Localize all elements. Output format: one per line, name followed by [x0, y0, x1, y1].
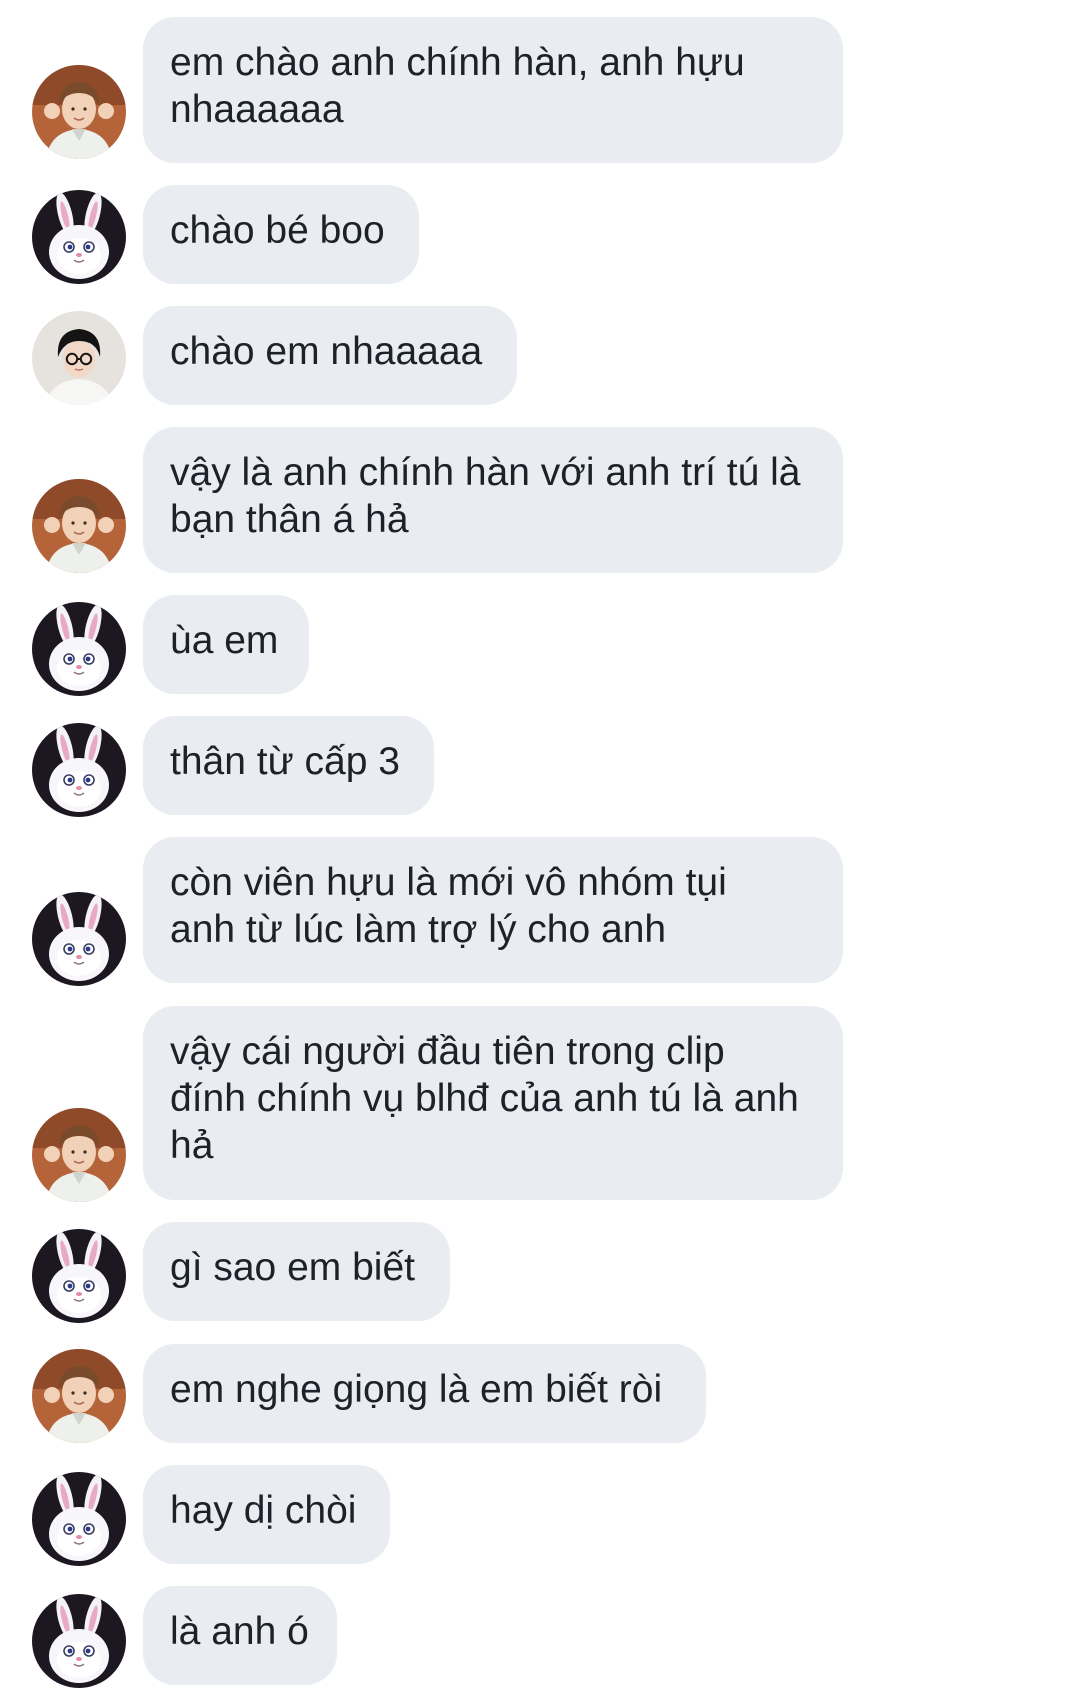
message-bubble[interactable]: là anh ó	[143, 1586, 337, 1685]
message-bubble[interactable]: vậy là anh chính hàn với anh trí tú là b…	[143, 427, 843, 573]
boy-photo-avatar-icon[interactable]	[32, 65, 126, 159]
boy-photo-avatar-icon[interactable]	[32, 479, 126, 573]
bunny-avatar-icon[interactable]	[32, 602, 126, 696]
glasses-boy-avatar-icon[interactable]	[32, 311, 126, 405]
message-bubble[interactable]: em nghe giọng là em biết ròi	[143, 1344, 706, 1443]
message-bubble[interactable]: gì sao em biết	[143, 1222, 450, 1321]
bunny-avatar-icon[interactable]	[32, 892, 126, 986]
message-bubble[interactable]: chào bé boo	[143, 185, 419, 284]
bunny-avatar-icon[interactable]	[32, 723, 126, 817]
message-bubble[interactable]: chào em nhaaaaa	[143, 306, 517, 405]
message-bubble[interactable]: vậy cái người đầu tiên trong clip đính c…	[143, 1006, 843, 1200]
bunny-avatar-icon[interactable]	[32, 1229, 126, 1323]
message-bubble[interactable]: thân từ cấp 3	[143, 716, 434, 815]
bunny-avatar-icon[interactable]	[32, 1594, 126, 1688]
message-bubble[interactable]: ùa em	[143, 595, 309, 694]
message-bubble[interactable]: em chào anh chính hàn, anh hựu nhaaaaaa	[143, 17, 843, 163]
bunny-avatar-icon[interactable]	[32, 1472, 126, 1566]
message-bubble[interactable]: hay dị chòi	[143, 1465, 390, 1564]
boy-photo-avatar-icon[interactable]	[32, 1108, 126, 1202]
boy-photo-avatar-icon[interactable]	[32, 1349, 126, 1443]
message-bubble[interactable]: còn viên hựu là mới vô nhóm tụi anh từ l…	[143, 837, 843, 983]
bunny-avatar-icon[interactable]	[32, 190, 126, 284]
